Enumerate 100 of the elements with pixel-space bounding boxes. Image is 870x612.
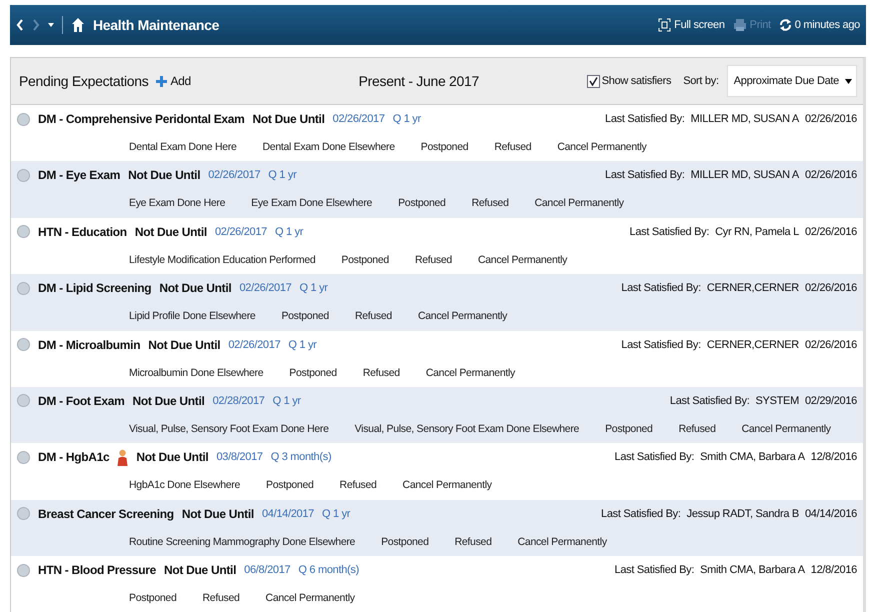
action-link[interactable]: Postponed (398, 197, 446, 210)
action-link[interactable]: Refused (678, 422, 716, 435)
sort-dropdown[interactable]: Approximate Due Date (726, 65, 857, 97)
expectation-name: HTN - Blood Pressure (38, 563, 156, 578)
status-circle-icon (17, 225, 30, 238)
date-range: Present - June 2017 (358, 73, 479, 89)
satisfied-by-name: MILLER MD, SUSAN A (690, 113, 799, 125)
action-link[interactable]: Routine Screening Mammography Done Elsewhere (129, 536, 356, 548)
add-button[interactable]: Add (156, 74, 191, 88)
action-link[interactable]: Postponed (129, 592, 177, 604)
action-link[interactable]: Postponed (341, 254, 389, 266)
action-link[interactable]: Eye Exam Done Elsewhere (251, 197, 372, 210)
home-icon[interactable] (71, 17, 85, 33)
expectation-name: DM - Eye Exam (38, 168, 120, 182)
action-link[interactable]: Refused (472, 197, 509, 210)
satisfied-date: 12/8/2016 (810, 451, 857, 464)
status-circle-icon (17, 338, 30, 352)
due-date-link[interactable]: 04/14/2017 (262, 508, 314, 520)
satisfied-date: 02/26/2016 (804, 169, 857, 182)
full-screen-button[interactable]: Full screen (658, 18, 725, 32)
frequency-link[interactable]: Q 1 yr (275, 226, 304, 238)
refresh-button[interactable]: 0 minutes ago (778, 18, 860, 32)
action-link[interactable]: Lifestyle Modification Education Performed (129, 254, 316, 266)
satisfied-date: 02/29/2016 (804, 394, 857, 407)
action-link[interactable]: Eye Exam Done Here (129, 197, 226, 210)
action-link[interactable]: Postponed (420, 141, 468, 153)
due-date-link[interactable]: 02/26/2017 (332, 113, 385, 125)
due-date-link[interactable]: 02/26/2017 (214, 226, 267, 238)
frequency-link[interactable]: Q 1 yr (392, 113, 421, 125)
expectation-name: HTN - Education (38, 224, 127, 239)
expectation-name: DM - Microalbumin (38, 338, 140, 352)
frequency-link[interactable]: Q 6 month(s) (298, 564, 359, 576)
action-link[interactable]: Refused (454, 536, 492, 548)
action-link[interactable]: Refused (354, 310, 392, 322)
forward-icon[interactable] (32, 19, 40, 31)
action-link[interactable]: Postponed (605, 422, 653, 435)
action-link[interactable]: Dental Exam Done Here (129, 141, 237, 153)
satisfied-by-name: Jessup RADT, Sandra B (686, 508, 799, 520)
action-link[interactable]: Postponed (381, 536, 429, 548)
due-date-link[interactable]: 03/8/2017 (216, 451, 263, 464)
satisfied-by-name: Cyr RN, Pamela L (715, 226, 799, 238)
action-link[interactable]: Cancel Permanently (478, 254, 568, 266)
action-link[interactable]: Cancel Permanently (402, 479, 492, 492)
action-link[interactable]: HgbA1c Done Elsewhere (129, 479, 240, 492)
action-link[interactable]: Cancel Permanently (266, 592, 355, 604)
action-link[interactable]: Visual, Pulse, Sensory Foot Exam Done Here (129, 422, 329, 435)
action-link[interactable]: Cancel Permanently (418, 310, 508, 322)
action-link[interactable]: Cancel Permanently (742, 422, 831, 435)
action-link[interactable]: Refused (202, 592, 240, 604)
satisfied-by-name: CERNER,CERNER (706, 338, 799, 351)
action-link[interactable]: Cancel Permanently (518, 536, 607, 548)
satisfied-date: 02/26/2016 (804, 338, 857, 351)
action-link[interactable]: Postponed (289, 366, 337, 379)
expectation-name: DM - Comprehensive Peridontal Exam (38, 112, 245, 126)
due-date-link[interactable]: 06/8/2017 (244, 564, 290, 576)
action-link[interactable]: Postponed (281, 310, 329, 322)
status-circle-icon (17, 168, 30, 182)
frequency-link[interactable]: Q 1 yr (322, 508, 350, 520)
sort-label: Sort by: (683, 75, 719, 87)
status-circle-icon (17, 450, 30, 464)
expectation-name: DM - Foot Exam (38, 394, 124, 408)
satisfied-date: 12/8/2016 (810, 564, 857, 576)
back-icon[interactable] (16, 19, 24, 31)
caret-icon[interactable] (48, 23, 54, 27)
due-date-link[interactable]: 02/26/2017 (228, 338, 280, 351)
action-link[interactable]: Lipid Profile Done Elsewhere (129, 310, 256, 322)
last-satisfied-label: Last Satisfied By: (621, 282, 701, 294)
frequency-link[interactable]: Q 1 yr (268, 169, 296, 182)
due-status: Not Due Until (132, 394, 205, 408)
action-link[interactable]: Refused (340, 479, 377, 492)
satisfied-by-name: SYSTEM (756, 394, 799, 407)
frequency-link[interactable]: Q 1 yr (272, 394, 301, 407)
action-link[interactable]: Dental Exam Done Elsewhere (262, 141, 395, 153)
action-link[interactable]: Visual, Pulse, Sensory Foot Exam Done Elsewhere (354, 422, 580, 435)
show-satisfiers-checkbox[interactable]: Show satisfiers (586, 74, 672, 88)
last-satisfied-label: Last Satisfied By: (605, 113, 685, 125)
status-circle-icon (17, 282, 30, 295)
action-link[interactable]: Postponed (266, 479, 314, 492)
refresh-icon (778, 18, 792, 32)
frequency-link[interactable]: Q 1 yr (288, 338, 317, 351)
frequency-link[interactable]: Q 1 yr (300, 282, 328, 294)
due-status: Not Due Until (136, 450, 208, 464)
due-date-link[interactable]: 02/28/2017 (212, 394, 265, 407)
frequency-link[interactable]: Q 3 month(s) (270, 451, 332, 464)
last-satisfied-label: Last Satisfied By: (621, 338, 701, 351)
action-link[interactable]: Cancel Permanently (557, 141, 646, 153)
page-title: Health Maintenance (93, 17, 220, 33)
section-title: Pending Expectations (19, 73, 148, 89)
action-link[interactable]: Refused (362, 366, 400, 379)
satisfied-by-name: Smith CMA, Barbara A (700, 451, 805, 464)
due-date-link[interactable]: 02/26/2017 (239, 282, 292, 294)
due-date-link[interactable]: 02/26/2017 (208, 169, 260, 182)
fullscreen-icon (658, 18, 672, 32)
action-link[interactable]: Cancel Permanently (426, 366, 515, 379)
due-status: Not Due Until (134, 224, 207, 239)
status-circle-icon (17, 564, 30, 577)
action-link[interactable]: Refused (494, 141, 532, 153)
action-link[interactable]: Refused (414, 254, 452, 266)
action-link[interactable]: Microalbumin Done Elsewhere (129, 366, 264, 379)
action-link[interactable]: Cancel Permanently (534, 197, 624, 210)
